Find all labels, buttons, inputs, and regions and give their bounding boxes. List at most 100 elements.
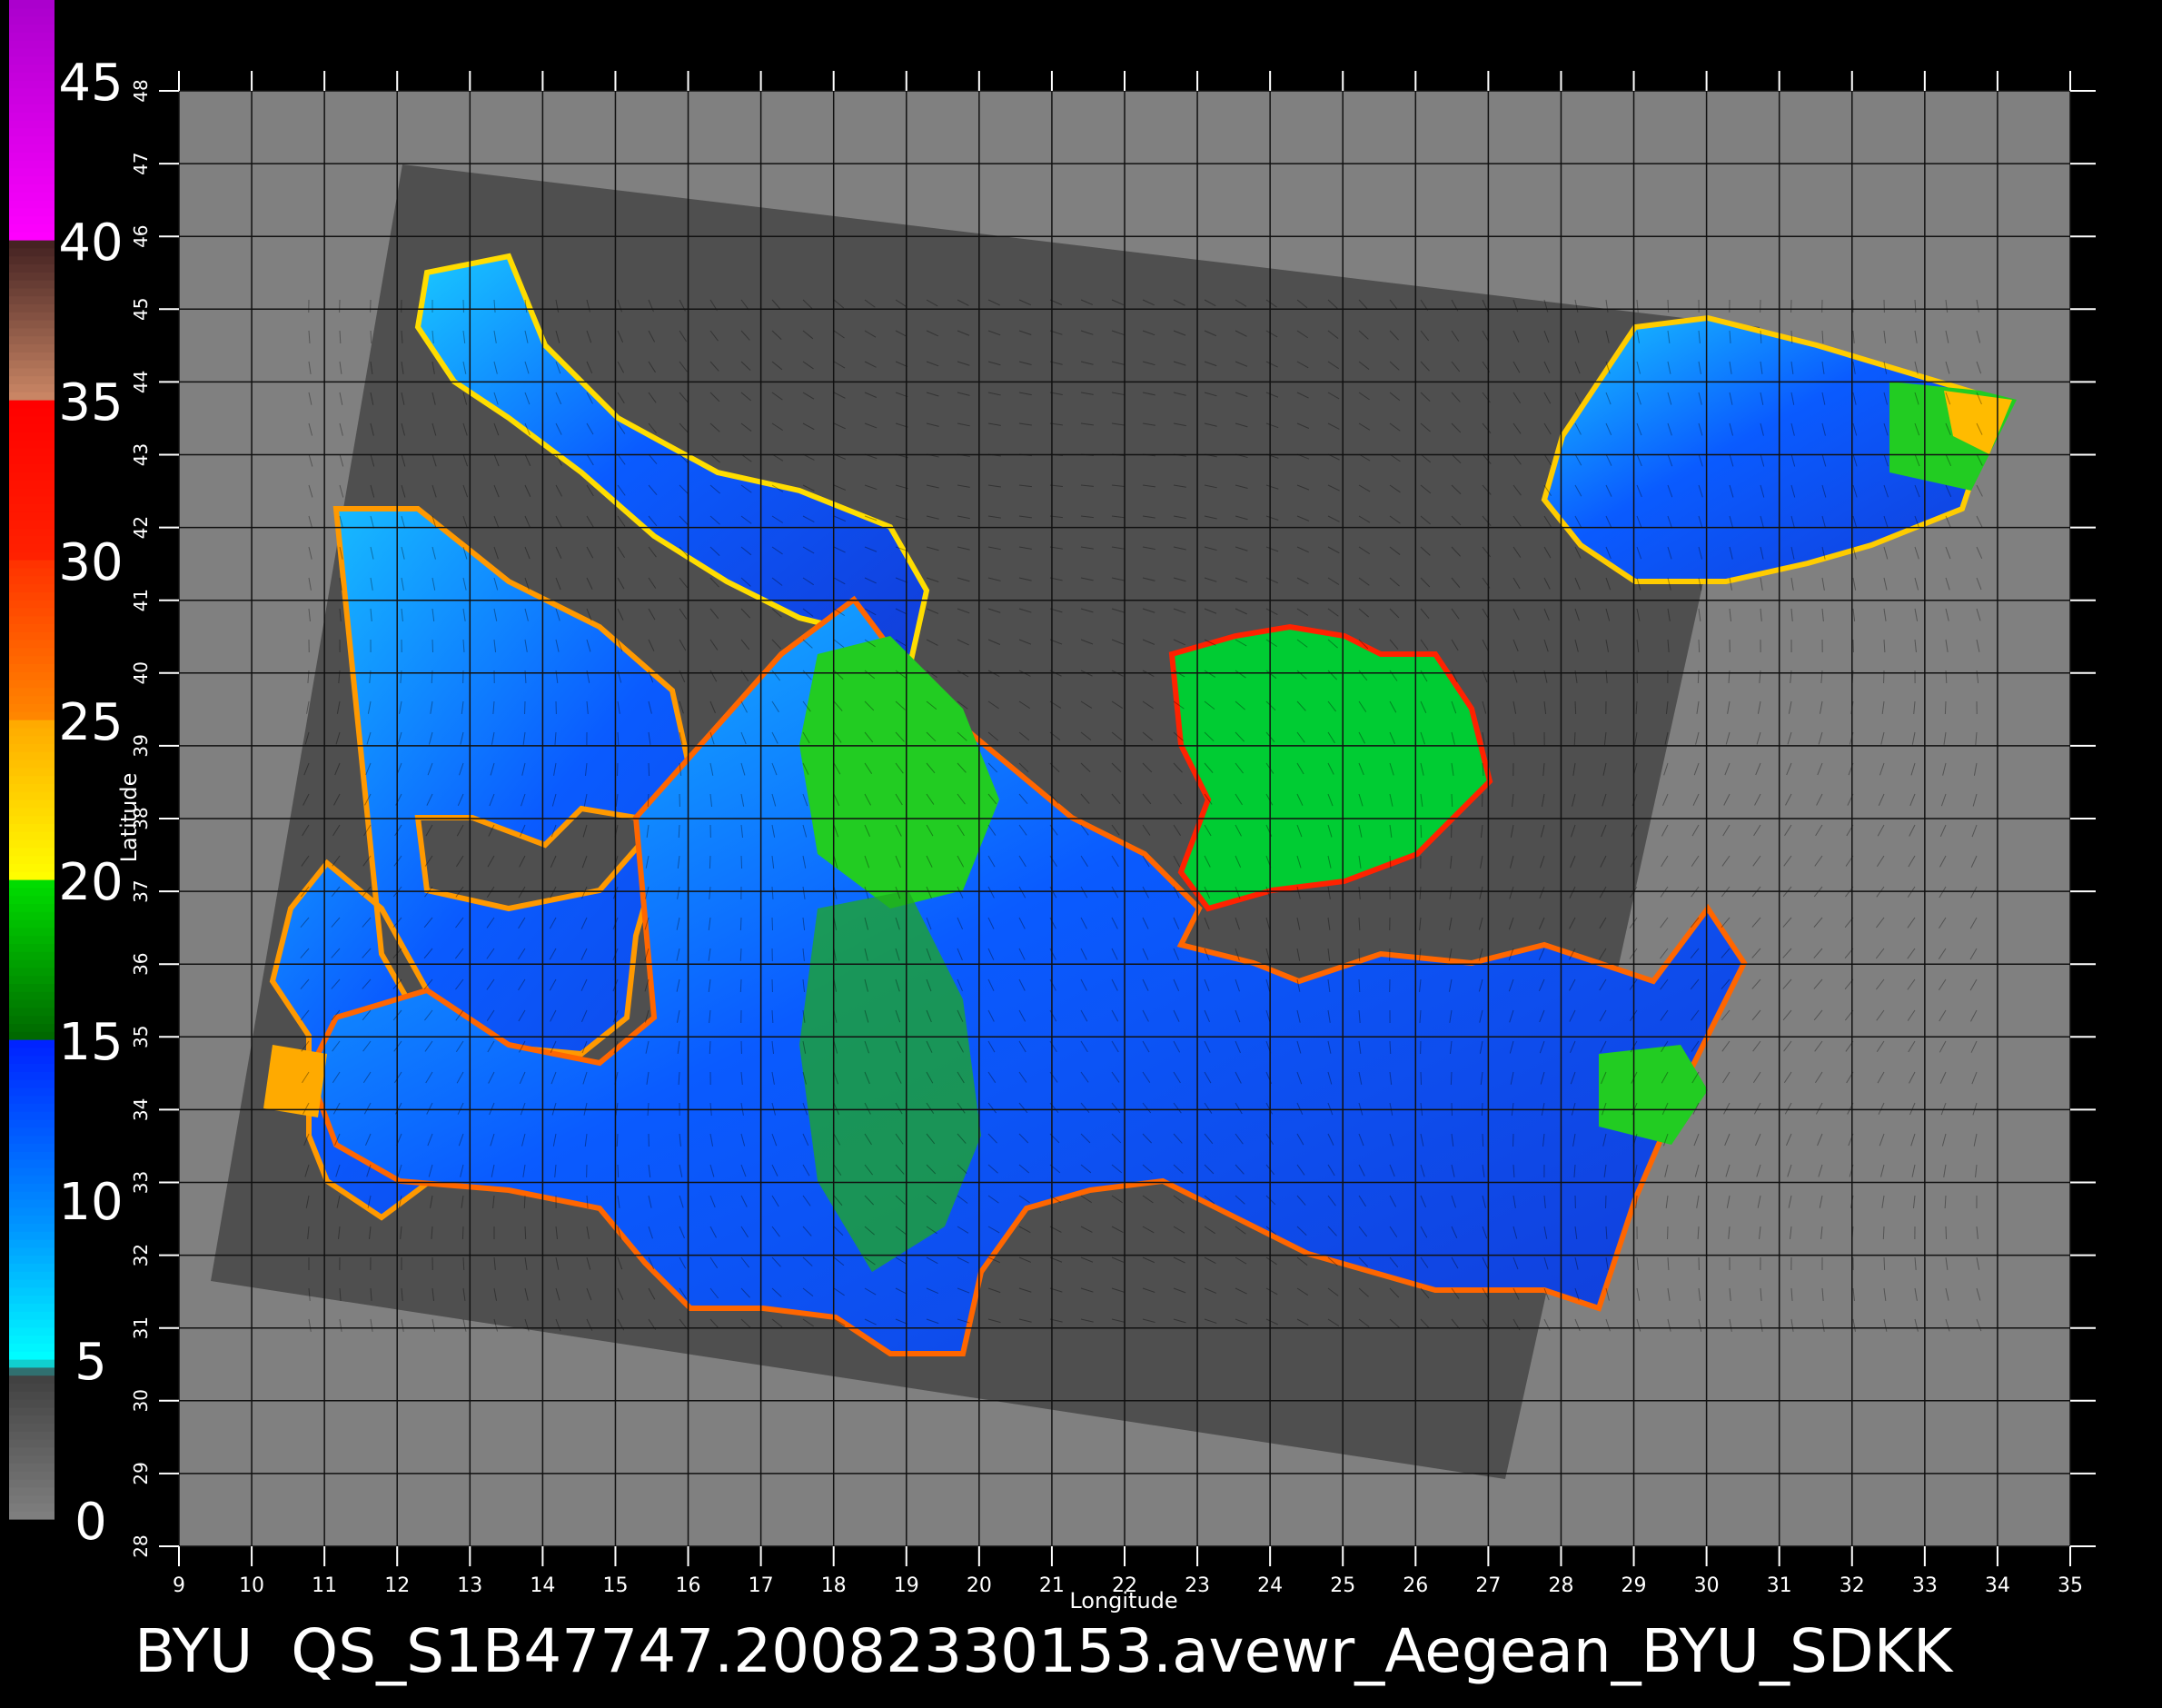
colorbar-segment [9,263,55,273]
colorbar-segment [9,1471,55,1480]
y-tick-label: 32 [130,1244,152,1266]
colorbar-segment [9,335,55,344]
colorbar-segment [9,455,55,464]
colorbar-segment [9,135,55,144]
colorbar-segment [9,1295,55,1304]
y-tick-label: 47 [130,152,152,174]
x-tick-label: 10 [239,1574,264,1597]
colorbar-segment [9,807,55,817]
x-tick-label: 25 [1330,1574,1355,1597]
colorbar-segment [9,695,55,704]
colorbar-segment [9,144,55,153]
wind-vector [1698,639,1701,653]
colorbar-segment [9,1039,55,1048]
x-tick-label: 9 [173,1574,185,1597]
colorbar-segment [9,240,55,249]
colorbar-segment [9,831,55,840]
colorbar-segment [9,1303,55,1312]
x-tick-label: 26 [1403,1574,1428,1597]
colorbar-segment [9,575,55,584]
colorbar-segment [9,727,55,737]
colorbar-segment [9,352,55,361]
x-tick-label: 28 [1548,1574,1573,1597]
colorbar-segment [9,303,55,313]
colorbar-label: 45 [58,54,123,113]
colorbar-segment [9,991,55,1000]
y-tick-label: 42 [130,516,152,539]
colorbar-segment [9,1215,55,1224]
colorbar-segment [9,1055,55,1064]
y-tick-label: 46 [130,224,152,247]
colorbar-segment [9,72,55,81]
wind-vector [1420,1071,1423,1086]
wind-vector [740,855,743,869]
colorbar-segment [9,1383,55,1392]
colorbar-segment [9,1511,55,1520]
colorbar-segment [9,80,55,89]
colorbar-segment [9,87,55,97]
colorbar-segment [9,855,55,864]
colorbar-segment [9,232,55,241]
colorbar-segment [9,1119,55,1128]
colorbar-segment [9,887,55,897]
colorbar-segment [9,839,55,849]
wind-vector [524,1226,527,1240]
colorbar-segment [9,640,55,649]
grid-lines [178,90,2071,1547]
colorbar-segment [9,1255,55,1264]
colorbar-segment [9,1486,55,1496]
colorbar-segment [9,711,55,720]
colorbar-segment [9,487,55,497]
colorbar-segment [9,95,55,104]
x-tick-label: 33 [1912,1574,1938,1597]
colorbar-segment [9,760,55,769]
wind-vector [523,1195,526,1209]
y-tick-label: 43 [130,443,152,466]
x-tick-label: 30 [1694,1574,1720,1597]
colorbar-segment [9,1423,55,1432]
colorbar-segment [9,871,55,880]
colorbar-label: 0 [74,1493,107,1552]
colorbar-segment [9,1239,55,1248]
colorbar-segment [9,272,55,281]
y-tick-label: 45 [130,298,152,321]
y-tick-label: 48 [130,79,152,102]
colorbar-segment [9,223,55,233]
colorbar-segment [9,1031,55,1040]
colorbar-segment [9,703,55,712]
colorbar-segment [9,551,55,561]
colorbar-segment [9,24,55,33]
colorbar-segment [9,647,55,657]
colorbar-segment [9,255,55,264]
colorbar-segment [9,1007,55,1017]
colorbar-segment [9,432,55,441]
colorbar-segment [9,440,55,449]
colorbar-segment [9,799,55,809]
y-tick-label: 44 [130,371,152,393]
colorbar-segment [9,375,55,384]
y-tick-label: 35 [130,1026,152,1048]
colorbar-segment [9,567,55,577]
colorbar-segment [9,1143,55,1152]
colorbar-segment [9,1263,55,1272]
wind-hotspot-west [263,1045,327,1117]
colorbar-segment [9,823,55,832]
colorbar-label: 20 [58,853,123,912]
wind-vector [431,639,434,653]
colorbar-segment [9,1079,55,1088]
wind-vector [1574,700,1577,715]
colorbar-segment [9,1343,55,1352]
colorbar-segment [9,1359,55,1368]
x-tick-label: 20 [967,1574,992,1597]
colorbar-segment [9,112,55,121]
colorbar-segment [9,152,55,161]
colorbar-label: 25 [58,693,123,752]
colorbar-label: 15 [58,1013,123,1072]
colorbar-segment [9,423,55,432]
y-tick-label: 28 [130,1534,152,1557]
colorbar-segment [9,1391,55,1400]
colorbar-segment [9,400,55,409]
colorbar-segment [9,1431,55,1440]
colorbar-label: 10 [58,1173,123,1232]
colorbar-segment [9,1231,55,1240]
